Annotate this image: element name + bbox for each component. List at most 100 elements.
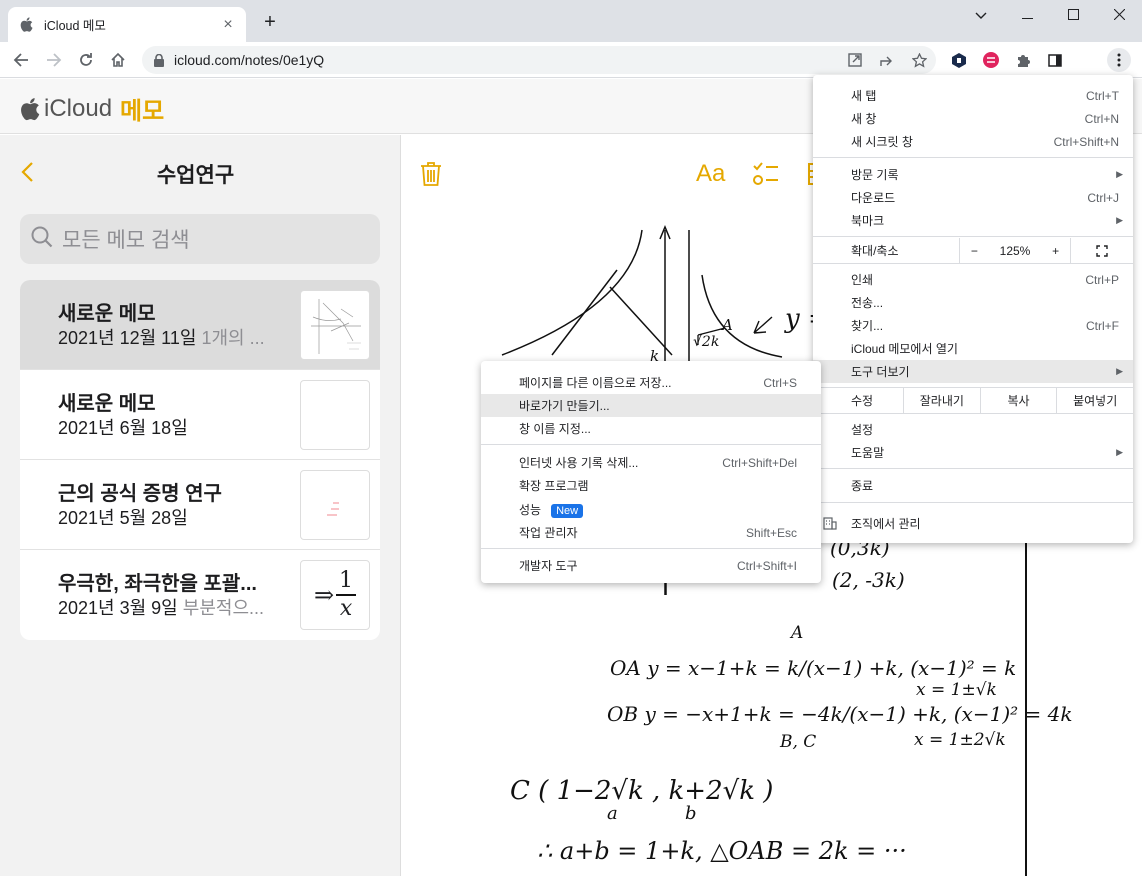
note-thumbnail [300,470,370,540]
tab-title: iCloud 메모 [44,19,106,33]
notes-list: 새로운 메모 2021년 12월 11일 1개의 ... 새로운 메모 2021… [20,280,380,640]
hw-line-10: C ( 1−2√k , k+2√k ) [510,776,773,806]
menu-divider [813,263,1133,264]
new-tab-icon[interactable]: + [258,10,282,34]
more-tools-submenu: 페이지를 다른 이름으로 저장... Ctrl+S 바로가기 만들기... 창 이… [481,361,821,583]
maximize-icon[interactable] [1050,0,1096,30]
menu-managed-by-org[interactable]: 조직에서 관리 [813,512,1133,535]
menu-new-tab[interactable]: 새 탭 Ctrl+T [813,84,1133,107]
reload-icon[interactable] [74,48,98,72]
note-subtitle: 2021년 5월 28일 [58,508,188,528]
side-panel-icon[interactable] [1043,48,1067,72]
note-title: 새로운 메모 [58,393,156,415]
extensions-puzzle-icon[interactable] [1011,48,1035,72]
menu-new-window[interactable]: 새 창 Ctrl+N [813,107,1133,130]
tab-strip: iCloud 메모 × + [0,0,1142,42]
new-badge: New [551,504,584,518]
menu-divider [813,502,1133,503]
submenu-performance[interactable]: 성능 New [481,498,821,521]
hw-line-12: b [685,803,697,824]
home-icon[interactable] [106,48,130,72]
back-icon[interactable] [9,48,33,72]
share-icon[interactable] [875,48,899,72]
url-text: icloud.com/notes/0e1yQ [174,52,325,68]
chrome-menu-icon[interactable] [1107,48,1131,72]
edit-label: 수정 [851,394,874,408]
folder-title: 수업연구 [156,164,235,187]
minimize-icon[interactable] [1004,0,1050,30]
browser-toolbar: icloud.com/notes/0e1yQ [0,42,1142,78]
menu-new-incognito[interactable]: 새 시크릿 창 Ctrl+Shift+N [813,130,1133,153]
hw-label-a-graph: A [720,316,733,334]
submenu-save-page[interactable]: 페이지를 다른 이름으로 저장... Ctrl+S [481,371,821,394]
paste-button[interactable]: 붙여넣기 [1056,388,1133,413]
submenu-arrow-icon: ▶ [1116,215,1123,225]
menu-downloads[interactable]: 다운로드 Ctrl+J [813,186,1133,209]
submenu-divider [481,444,821,445]
notes-sidebar: 수업연구 모든 메모 검색 새로운 메모 2021년 12월 11일 1개의 .… [0,135,401,876]
submenu-extensions[interactable]: 확장 프로그램 [481,474,821,497]
extension-hex-icon[interactable] [947,48,971,72]
submenu-developer-tools[interactable]: 개발자 도구 Ctrl+Shift+I [481,554,821,577]
search-input[interactable]: 모든 메모 검색 [20,214,380,264]
bookmark-star-icon[interactable] [907,48,931,72]
menu-zoom-row: 확대/축소 − 125% + [813,238,1133,263]
lock-icon[interactable] [154,53,164,67]
browser-tab[interactable]: iCloud 메모 × [8,7,246,42]
menu-divider [813,236,1133,237]
note-thumbnail [300,290,370,360]
menu-help[interactable]: 도움말 ▶ [813,441,1133,464]
note-title: 근의 공식 증명 연구 [58,483,222,505]
note-thumbnail [300,380,370,450]
fullscreen-icon[interactable] [1071,244,1133,257]
submenu-arrow-icon: ▶ [1116,169,1123,179]
note-thumbnail: ⇒ 1 x [300,560,370,630]
note-title: 새로운 메모 [58,303,156,325]
menu-divider [813,157,1133,158]
menu-find[interactable]: 찾기... Ctrl+F [813,314,1133,337]
note-item[interactable]: 새로운 메모 2021년 6월 18일 [20,370,380,460]
note-item[interactable]: 근의 공식 증명 연구 2021년 5월 28일 [20,460,380,550]
hw-line-11: a [607,803,618,824]
brand-notes: 메모 [120,98,165,125]
menu-exit[interactable]: 종료 [813,474,1133,497]
address-bar[interactable]: icloud.com/notes/0e1yQ [142,46,936,74]
building-icon [823,517,837,533]
open-in-app-icon[interactable] [843,48,867,72]
search-icon [30,225,54,254]
tab-search-icon[interactable] [958,0,1004,30]
hw-line-4: A [789,623,803,643]
menu-cast[interactable]: 전송... [813,291,1133,314]
submenu-clear-browsing-data[interactable]: 인터넷 사용 기록 삭제... Ctrl+Shift+Del [481,451,821,474]
menu-bookmarks[interactable]: 북마크 ▶ [813,209,1133,232]
note-title: 우극한, 좌극한을 포괄... [58,573,257,595]
menu-more-tools[interactable]: 도구 더보기 ▶ [813,360,1133,383]
submenu-arrow-icon: ▶ [1116,447,1123,457]
copy-button[interactable]: 복사 [979,388,1057,413]
hw-line-3: (2, -3k) [832,568,905,592]
submenu-name-window[interactable]: 창 이름 지정... [481,417,821,440]
search-placeholder: 모든 메모 검색 [62,229,190,252]
submenu-arrow-icon: ▶ [1116,366,1123,376]
menu-print[interactable]: 인쇄 Ctrl+P [813,268,1133,291]
menu-settings[interactable]: 설정 [813,418,1133,441]
forward-icon[interactable] [42,48,66,72]
tab-close-icon[interactable]: × [220,16,236,34]
cut-button[interactable]: 잘라내기 [903,388,980,413]
menu-open-in-app[interactable]: iCloud 메모에서 열기 [813,337,1133,360]
note-item[interactable]: 새로운 메모 2021년 12월 11일 1개의 ... [20,280,380,370]
submenu-divider [481,548,821,549]
zoom-out-button[interactable]: − [971,244,978,258]
submenu-task-manager[interactable]: 작업 관리자 Shift+Esc [481,521,821,544]
menu-edit-row: 수정 잘라내기 복사 붙여넣기 [813,388,1133,413]
hw-line-13: ∴ a+b = 1+k, △OAB = 2k = ··· [537,837,907,865]
note-item[interactable]: 우극한, 좌극한을 포괄... 2021년 3월 9일 부분적으... ⇒ 1 … [20,550,380,640]
zoom-in-button[interactable]: + [1052,244,1059,258]
menu-history[interactable]: 방문 기록 ▶ [813,163,1133,186]
extension-red-icon[interactable] [979,48,1003,72]
brand-logo[interactable]: iCloud 메모 [20,91,164,126]
hw-line-9: B, C [779,732,816,752]
zoom-value: 125% [999,243,1031,258]
submenu-create-shortcut[interactable]: 바로가기 만들기... [481,394,821,417]
window-close-icon[interactable] [1096,0,1142,30]
